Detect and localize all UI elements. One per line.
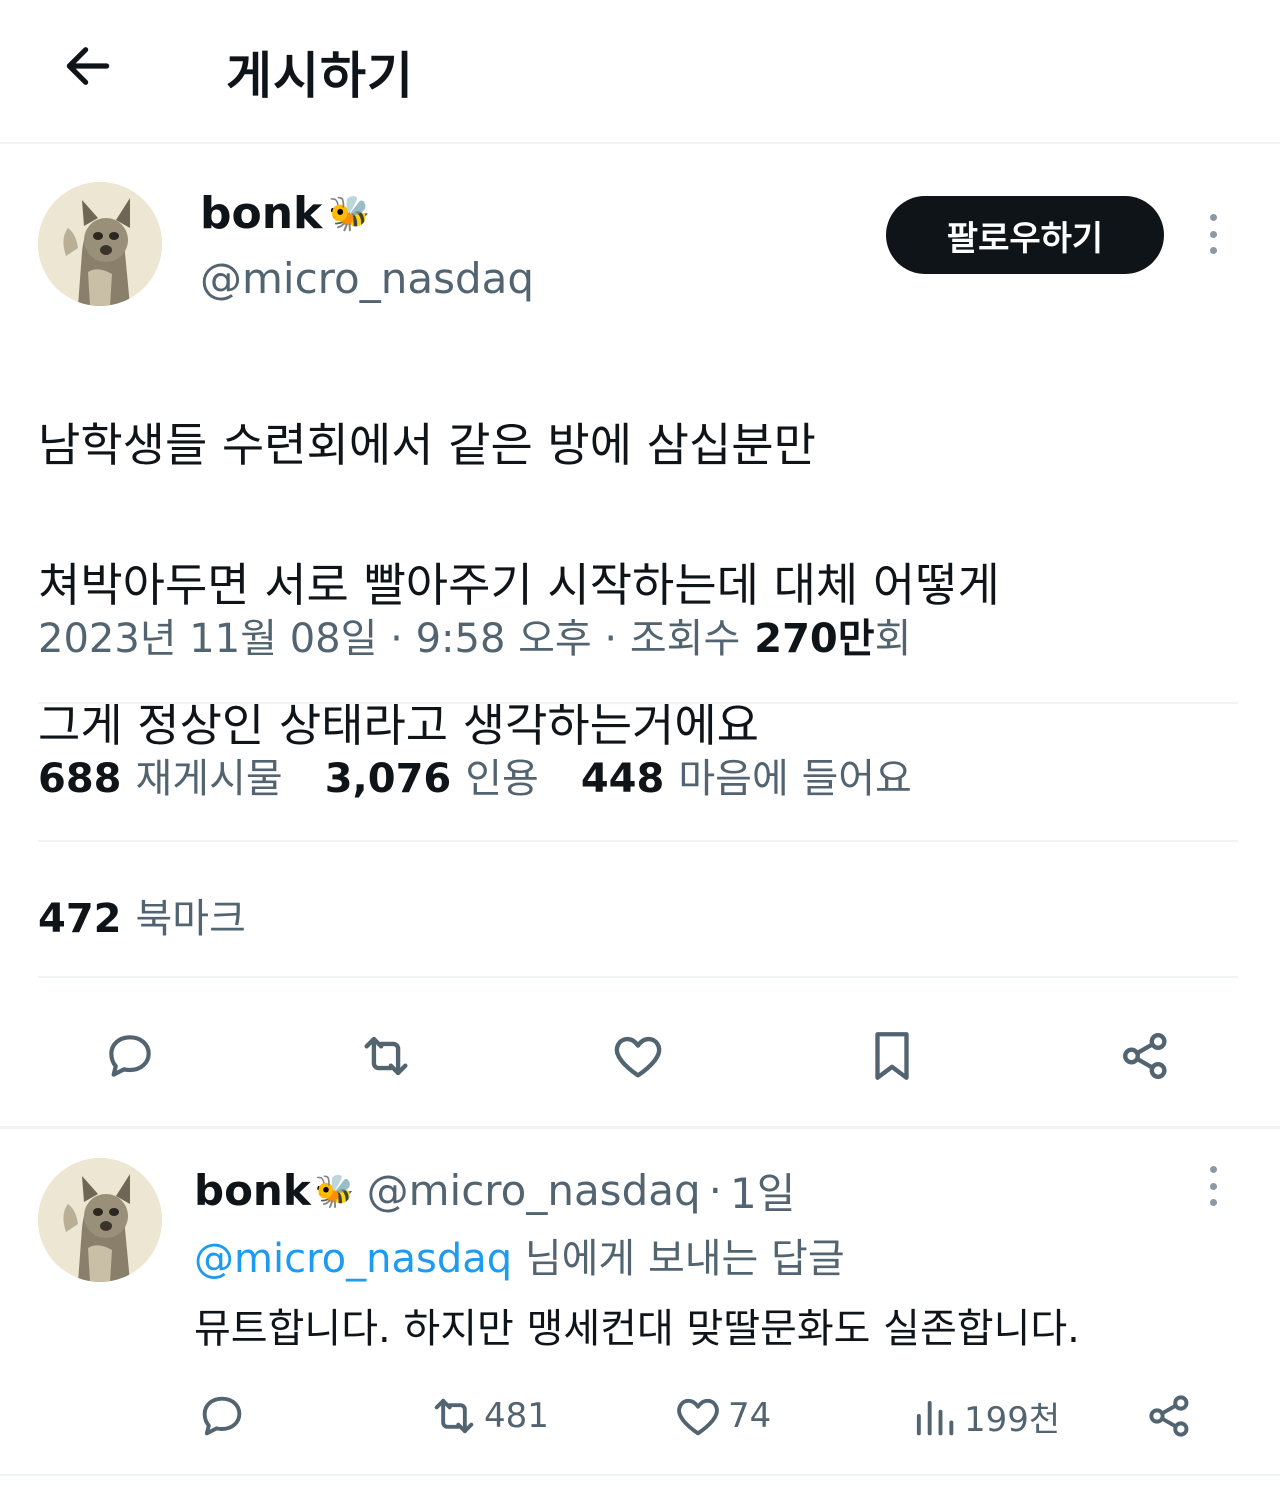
bookmarks-stat[interactable]: 472 북마크 — [38, 886, 246, 944]
like-button[interactable] — [598, 1016, 678, 1096]
actions-divider — [0, 1126, 1280, 1129]
replying-to: @micro_nasdaq 님에게 보내는 답글 — [194, 1226, 845, 1284]
quotes-count: 3,076 — [324, 756, 452, 802]
reply-icon — [202, 1396, 242, 1436]
more-dot — [1209, 1199, 1217, 1206]
cat-avatar-image — [38, 1158, 162, 1282]
reply-reply-button[interactable] — [196, 1384, 248, 1448]
more-dot — [1209, 247, 1217, 254]
separator-dot: · — [708, 1166, 722, 1215]
view-count-unit: 만 — [837, 616, 875, 662]
header-divider — [0, 142, 1280, 144]
tweet-actions — [0, 1016, 1280, 1096]
bee-emoji: 🐝 — [328, 193, 371, 234]
reply-text: 뮤트합니다. 하지만 맹세컨대 맞딸문화도 실존합니다. — [194, 1306, 1080, 1352]
like-icon — [677, 1398, 719, 1436]
replying-to-suffix: 님에게 보내는 답글 — [512, 1236, 845, 1282]
bookmark-icon — [875, 1032, 909, 1080]
author-handle[interactable]: @micro_nasdaq — [200, 254, 534, 303]
tweet-meta: 2023년 11월 08일 · 9:58 오후 · 조회수 270 만 회 — [38, 606, 911, 664]
mention-link[interactable]: @micro_nasdaq — [194, 1236, 512, 1282]
more-options-button[interactable] — [1203, 214, 1223, 254]
likes-stat[interactable]: 448 마음에 들어요 — [581, 746, 912, 804]
reply-more-options-button[interactable] — [1203, 1166, 1223, 1206]
retweet-button[interactable] — [346, 1016, 426, 1096]
reply-views-button[interactable]: 199천 — [908, 1384, 1060, 1448]
cat-avatar-image — [38, 182, 162, 306]
bee-emoji: 🐝 — [314, 1171, 355, 1210]
retweets-label: 재게시물 — [135, 756, 283, 802]
reply-like-count: 74 — [728, 1396, 772, 1436]
share-icon — [1149, 1395, 1189, 1437]
reply-author-name[interactable]: bonk — [194, 1166, 311, 1215]
reply-retweet-button[interactable]: 481 — [428, 1384, 549, 1448]
more-dot — [1209, 1166, 1217, 1173]
reply-icon — [109, 1035, 151, 1077]
arrow-left-icon — [66, 47, 110, 85]
meta-divider — [38, 702, 1238, 704]
retweets-stat[interactable]: 688 재게시물 — [38, 746, 283, 804]
reply-button[interactable] — [90, 1016, 170, 1096]
retweets-count: 688 — [38, 756, 122, 802]
views-chart-icon — [916, 1401, 954, 1436]
reply-divider — [0, 1474, 1280, 1476]
view-count: 270 — [754, 616, 838, 662]
more-dot — [1209, 1182, 1217, 1190]
avatar[interactable] — [38, 182, 162, 306]
stats-divider — [38, 840, 1238, 842]
likes-count: 448 — [580, 756, 665, 802]
retweet-icon — [434, 1398, 474, 1434]
reply-retweet-count: 481 — [484, 1396, 549, 1436]
more-dot — [1209, 214, 1217, 221]
reply-timestamp[interactable]: 1일 — [730, 1160, 795, 1221]
retweet-icon — [364, 1036, 408, 1076]
reply-author-handle[interactable]: @micro_nasdaq — [367, 1166, 701, 1215]
page-title: 게시하기 — [226, 47, 414, 105]
back-button[interactable] — [52, 30, 124, 102]
follow-button[interactable]: 팔로우하기 — [886, 196, 1164, 274]
tweet-timestamp[interactable]: 2023년 11월 08일 · 9:58 오후 · 조회수 — [38, 606, 740, 664]
like-icon — [614, 1036, 662, 1078]
author-name[interactable]: bonk 🐝 — [200, 188, 371, 239]
more-dot — [1209, 230, 1217, 238]
share-icon — [1123, 1033, 1167, 1079]
reply-avatar[interactable] — [38, 1158, 162, 1282]
view-count-suffix: 회 — [874, 616, 912, 662]
bookmark-divider — [38, 976, 1238, 978]
bookmarks-label: 북마크 — [135, 896, 246, 942]
reply-actions: 481 74 199천 — [0, 1384, 1280, 1448]
reply-header: bonk 🐝 @micro_nasdaq · 1일 — [194, 1160, 795, 1221]
bookmark-button[interactable] — [852, 1016, 932, 1096]
reply-share-button[interactable] — [1144, 1384, 1196, 1448]
bookmark-stats: 472 북마크 — [38, 886, 288, 944]
quotes-stat[interactable]: 3,076 인용 — [325, 746, 539, 804]
author-name-text: bonk — [200, 188, 323, 239]
reply-like-button[interactable]: 74 — [672, 1384, 771, 1448]
tweet-stats: 688 재게시물 3,076 인용 448 마음에 들어요 — [38, 746, 954, 804]
tweet-text-line: 남학생들 수련회에서 같은 방에 삼십분만 — [38, 418, 816, 472]
reply-view-count: 199천 — [964, 1399, 1061, 1440]
share-button[interactable] — [1106, 1016, 1186, 1096]
quotes-label: 인용 — [465, 756, 539, 802]
top-bar: 게시하기 — [0, 0, 1280, 140]
likes-label: 마음에 들어요 — [678, 756, 912, 802]
bookmarks-count: 472 — [38, 896, 122, 942]
